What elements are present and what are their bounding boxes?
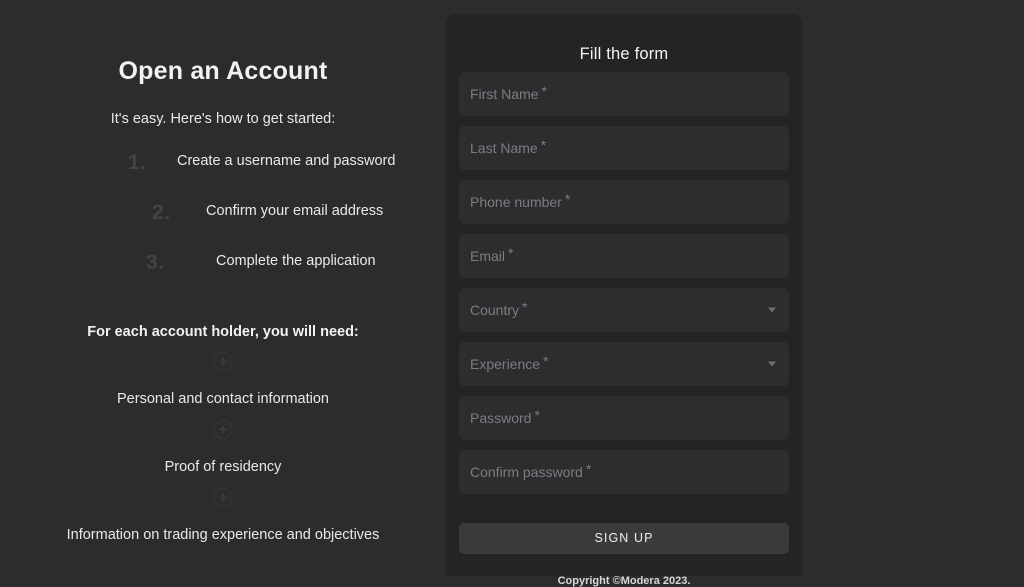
requirements-heading: For each account holder, you will need: xyxy=(87,324,359,340)
password-label: Password * xyxy=(470,407,540,426)
required-marker: * xyxy=(543,353,549,369)
requirement-item: Personal and contact information xyxy=(0,352,446,420)
step-item: 1. Create a username and password xyxy=(0,148,446,198)
step-number: 2. xyxy=(152,201,171,224)
email-label: Email * xyxy=(470,245,514,264)
step-item: 2. Confirm your email address xyxy=(0,198,446,248)
form-title: Fill the form xyxy=(579,45,669,63)
step-label: Create a username and password xyxy=(177,153,396,169)
required-marker: * xyxy=(522,299,528,315)
country-label: Country * xyxy=(470,299,528,318)
requirement-label: Personal and contact information xyxy=(117,391,329,407)
required-marker: * xyxy=(540,137,547,153)
required-marker: * xyxy=(541,83,547,99)
required-marker: * xyxy=(564,191,571,207)
confirm-password-label: Confirm password * xyxy=(470,461,592,480)
requirements-list: Personal and contact information Proof o… xyxy=(0,352,446,556)
experience-select[interactable]: Experience * xyxy=(459,342,789,386)
signup-form-panel: Fill the form First Name * Last Name * Pho… xyxy=(446,14,802,587)
email-field[interactable]: Email * xyxy=(459,234,789,278)
experience-label: Experience * xyxy=(470,353,549,372)
requirement-label: Information on trading experience and ob… xyxy=(66,527,380,543)
password-field[interactable]: Password * xyxy=(459,396,789,440)
step-label: Complete the application xyxy=(216,253,376,269)
requirement-label: Proof of residency xyxy=(164,459,282,475)
info-column: Open an Account It's easy. Here's how to… xyxy=(0,0,446,576)
plus-circle-icon xyxy=(213,488,233,507)
last-name-field[interactable]: Last Name * xyxy=(459,126,789,170)
page-title: Open an Account xyxy=(118,57,328,85)
chevron-down-icon[interactable] xyxy=(768,361,776,367)
intro-text: It's easy. Here's how to get started: xyxy=(110,111,336,127)
first-name-field[interactable]: First Name * xyxy=(459,72,789,116)
required-marker: * xyxy=(508,245,514,261)
step-number: 1. xyxy=(128,151,147,174)
chevron-down-icon[interactable] xyxy=(768,307,776,313)
confirm-password-field[interactable]: Confirm password * xyxy=(459,450,789,494)
requirement-item: Information on trading experience and ob… xyxy=(0,488,446,556)
step-item: 3. Complete the application xyxy=(0,248,446,298)
steps-list: 1. Create a username and password 2. Con… xyxy=(0,148,446,298)
last-name-label: Last Name * xyxy=(470,137,547,156)
sign-up-button[interactable]: SIGN UP xyxy=(459,523,789,554)
plus-circle-icon xyxy=(213,352,233,371)
required-marker: * xyxy=(585,461,592,477)
form-fields: First Name * Last Name * Phone number * Ema… xyxy=(459,72,789,504)
step-label: Confirm your email address xyxy=(206,203,384,219)
copyright-text: Copyright ©Modera 2023. xyxy=(557,575,691,587)
required-marker: * xyxy=(534,407,540,423)
phone-number-field[interactable]: Phone number * xyxy=(459,180,789,224)
phone-number-label: Phone number * xyxy=(470,191,571,210)
step-number: 3. xyxy=(146,251,165,274)
first-name-label: First Name * xyxy=(470,83,547,102)
plus-circle-icon xyxy=(213,420,233,439)
signup-page: Open an Account It's easy. Here's how to… xyxy=(0,0,1024,587)
country-select[interactable]: Country * xyxy=(459,288,789,332)
requirement-item: Proof of residency xyxy=(0,420,446,488)
